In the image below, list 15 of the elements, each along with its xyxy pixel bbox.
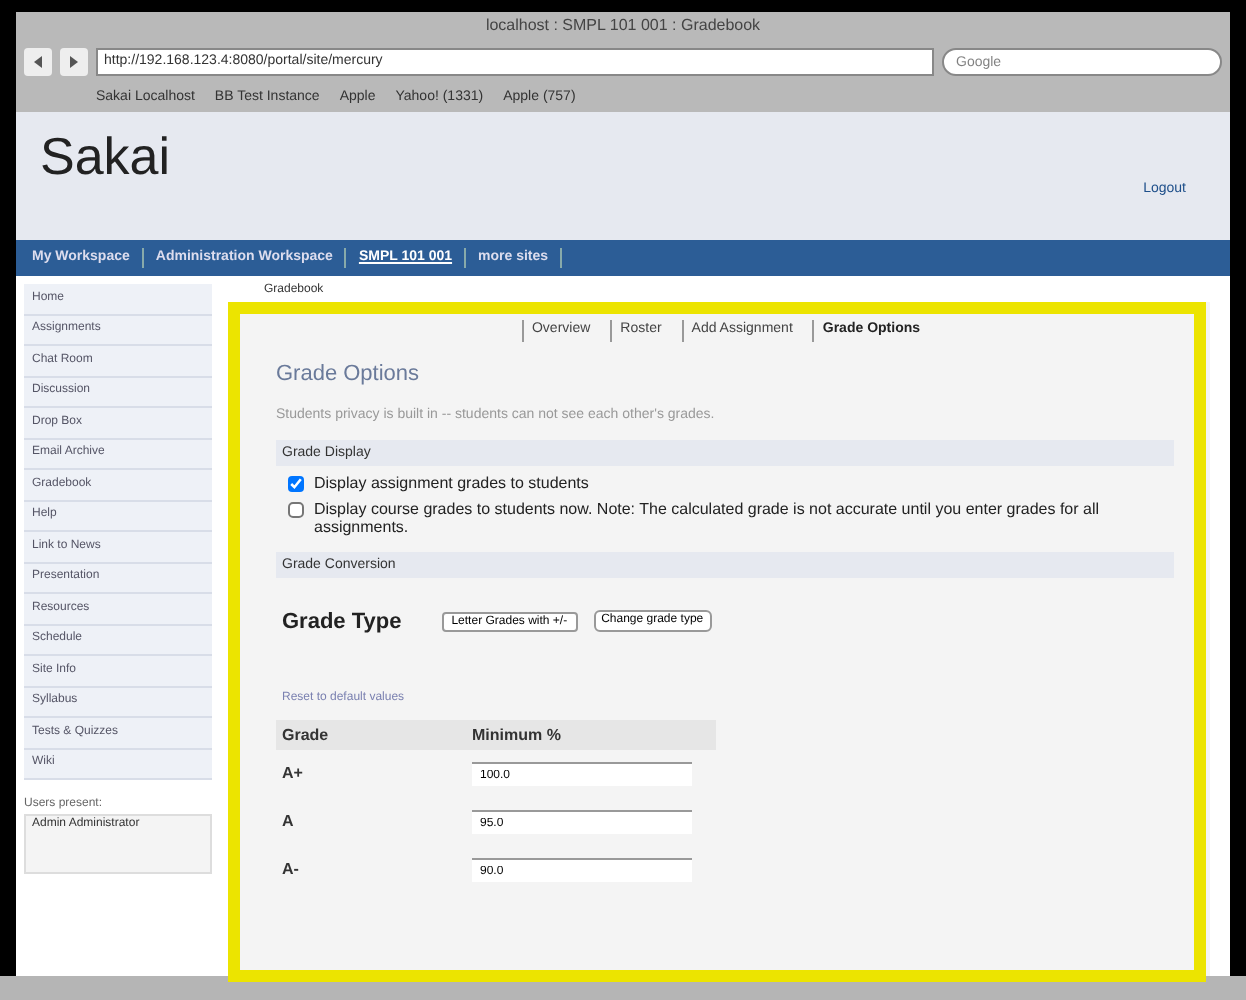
logo: Sakai <box>40 124 171 188</box>
checkbox[interactable] <box>288 475 304 491</box>
forward-icon[interactable] <box>60 48 88 76</box>
column-header: Grade <box>282 723 331 747</box>
option-label: Display course grades to students now. Note: The calculated grade is not accurate until you enter grades for all assignments. <box>314 499 1102 535</box>
grade-cell-text: A+ <box>282 762 305 786</box>
column-header: Minimum % <box>472 723 563 747</box>
grade-type-label: Grade Type <box>282 607 402 637</box>
page-title: Grade Options <box>276 359 422 389</box>
option-label: Display assignment grades to students <box>314 473 589 491</box>
grade-cell-text: A- <box>282 858 301 882</box>
window-title: localhost : SMPL 101 001 : Gradebook <box>483 14 763 38</box>
checkbox[interactable] <box>288 501 304 517</box>
back-icon[interactable] <box>24 48 52 76</box>
grade-cell-text: A <box>282 810 296 834</box>
